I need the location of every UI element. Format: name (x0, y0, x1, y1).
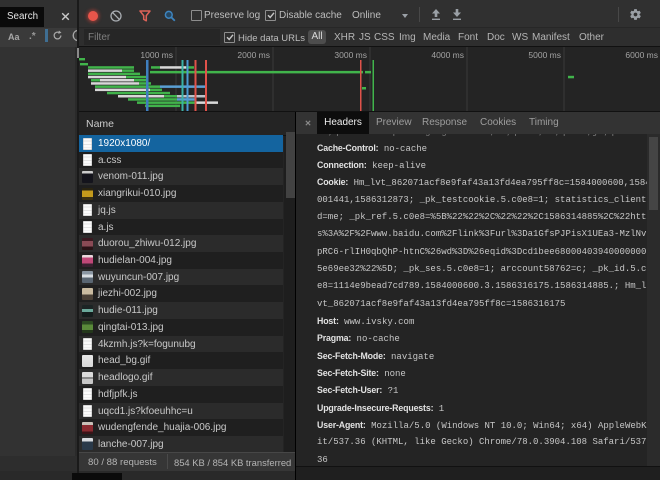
svg-text:5000 ms: 5000 ms (528, 50, 561, 60)
svg-text:3000 ms: 3000 ms (334, 50, 367, 60)
svg-text:6000 ms: 6000 ms (625, 50, 658, 60)
svg-text:1000 ms: 1000 ms (140, 50, 173, 60)
svg-text:4000 ms: 4000 ms (431, 50, 464, 60)
svg-text:2000 ms: 2000 ms (237, 50, 270, 60)
